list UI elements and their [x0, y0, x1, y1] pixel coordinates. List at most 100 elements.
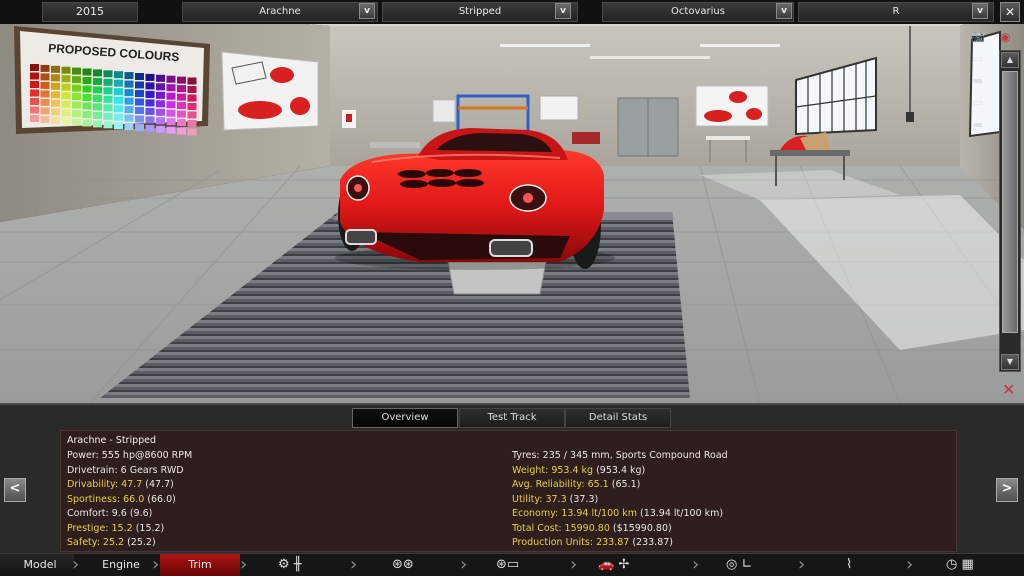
garage-scene: PROPOSED COLOURS — [0, 0, 1024, 403]
colour-swatch — [72, 101, 81, 109]
chevron-right-icon: › — [570, 554, 578, 575]
colour-swatch — [103, 104, 113, 112]
colour-swatch — [124, 89, 134, 97]
colour-swatch — [30, 72, 39, 80]
tab-overview[interactable]: Overview — [352, 408, 458, 428]
variant-selector[interactable]: R — [798, 2, 994, 22]
model-selector[interactable]: Arachne — [182, 2, 378, 22]
car-info-panel: Overview Test Track Detail Stats < > Ara… — [0, 403, 1024, 553]
colour-swatch — [156, 83, 165, 91]
variant-dropdown-button[interactable]: v — [972, 3, 988, 19]
trim-dropdown-button[interactable]: v — [555, 3, 571, 19]
colour-swatch — [93, 86, 102, 94]
nav-trim[interactable]: Trim — [164, 554, 236, 576]
colour-swatch — [51, 116, 60, 124]
tab-detail-stats[interactable]: Detail Stats — [565, 408, 671, 428]
garage-3d-viewport[interactable]: PROPOSED COLOURS — [0, 0, 1024, 403]
camera-icon[interactable]: 📷 — [966, 30, 990, 44]
nav-model[interactable]: Model — [10, 554, 70, 576]
colour-swatch — [124, 106, 134, 114]
colour-swatch — [30, 115, 39, 122]
trim-selector[interactable]: Stripped — [382, 2, 578, 22]
colour-swatch — [166, 92, 176, 100]
colour-swatch — [40, 73, 50, 81]
colour-swatch — [124, 123, 134, 131]
test-flag-icon[interactable]: ◷ ▦ — [946, 555, 974, 575]
stat-base-value: (233.87) — [629, 537, 673, 548]
wheels-icon[interactable]: ⊛⊛ — [392, 555, 414, 575]
colour-swatch — [187, 103, 197, 110]
year-field[interactable]: 2015 — [42, 2, 138, 22]
eye-icon[interactable]: ◉ — [1000, 30, 1010, 44]
shock-absorber-icon[interactable]: ⌇ — [846, 555, 852, 575]
stat-row: Drivetrain: 6 Gears RWD — [67, 464, 192, 479]
tab-test-track[interactable]: Test Track — [459, 408, 565, 428]
car-body-fan-icon[interactable]: 🚗 ✢ — [598, 555, 629, 575]
colour-swatch — [145, 99, 155, 107]
colour-swatch — [93, 120, 102, 128]
interior-seat-icon[interactable]: ◎ ∟ — [726, 555, 752, 575]
engine-selector[interactable]: Octovarius — [602, 2, 794, 22]
clear-icon[interactable]: ✕ — [1002, 380, 1015, 399]
scroll-thumb[interactable] — [1002, 71, 1018, 333]
colour-swatch — [103, 112, 113, 120]
colour-swatch — [82, 102, 92, 110]
colour-swatch — [166, 118, 176, 126]
scroll-down-button[interactable]: ▼ — [1001, 354, 1019, 370]
engine-gearbox-icon[interactable]: ⚙ ╫ — [278, 555, 302, 575]
colour-swatch — [82, 119, 92, 127]
overview-stats: Arachne - Stripped Power: 555 hp@8600 RP… — [60, 430, 957, 552]
colour-swatch — [103, 78, 113, 86]
colour-swatch — [93, 77, 102, 85]
chevron-right-icon: › — [460, 554, 468, 575]
colour-swatch — [187, 77, 197, 85]
colour-swatch — [30, 98, 39, 105]
stat-value: Weight: 953.4 kg — [512, 464, 594, 476]
previous-button[interactable]: < — [4, 478, 26, 502]
colour-swatch — [93, 94, 102, 102]
close-button[interactable]: ✕ — [1000, 2, 1020, 22]
colour-swatch — [177, 102, 186, 110]
stat-text: Power: 555 hp@8600 RPM — [67, 450, 193, 461]
engine-dropdown-button[interactable]: v — [776, 3, 792, 19]
stat-value: Safety: 25.2 — [67, 537, 125, 548]
colour-swatch — [61, 83, 71, 91]
car-render-poster — [695, 85, 769, 127]
car-front-icon[interactable]: ▭ — [966, 52, 990, 66]
colour-swatch — [135, 90, 144, 97]
colour-swatch — [114, 122, 123, 130]
stat-value: Economy: 13.94 lt/100 km — [512, 508, 637, 519]
stat-value: Prestige: 15.2 — [67, 522, 133, 534]
car-side-icon[interactable]: ▬ — [966, 74, 990, 88]
stat-value: Comfort: 9.6 — [67, 508, 127, 519]
car-title: Arachne - Stripped — [67, 435, 157, 446]
nav-engine[interactable]: Engine — [86, 554, 156, 576]
colour-swatch — [114, 105, 123, 113]
suspension-icon[interactable]: ⊛▭ — [496, 555, 519, 575]
car-rear-icon[interactable]: ▭ — [966, 96, 990, 110]
colour-swatch — [51, 65, 60, 73]
colour-swatch — [30, 81, 39, 88]
stat-base-value: (15.2) — [132, 522, 165, 534]
colour-swatch — [30, 64, 39, 71]
model-dropdown-button[interactable]: v — [359, 3, 375, 19]
stat-row: Comfort: 9.6 (9.6) — [67, 507, 192, 522]
automation-car-designer: PROPOSED COLOURS 2015 Arachne v Stripped… — [0, 0, 1024, 576]
colour-swatch — [61, 92, 71, 100]
colour-swatch — [145, 107, 155, 115]
view-scrollbar[interactable]: ▲ ▼ — [999, 50, 1021, 372]
colour-swatch — [114, 88, 123, 96]
stat-row: Total Cost: 15990.80 ($15990.80) — [512, 522, 728, 537]
stat-row: Economy: 13.94 lt/100 km (13.94 lt/100 k… — [512, 507, 728, 522]
colour-swatch — [135, 124, 144, 131]
colour-swatch — [114, 79, 123, 87]
car-top-icon[interactable]: ▬ — [966, 118, 990, 132]
next-button[interactable]: > — [996, 478, 1018, 502]
stat-base-value: (37.3) — [566, 493, 599, 505]
colour-swatch — [145, 82, 155, 90]
colour-swatch — [135, 81, 144, 89]
colour-swatch — [93, 103, 102, 111]
stat-row: Power: 555 hp@8600 RPM — [67, 449, 192, 464]
colour-swatch — [51, 91, 60, 99]
scroll-up-button[interactable]: ▲ — [1001, 52, 1019, 68]
